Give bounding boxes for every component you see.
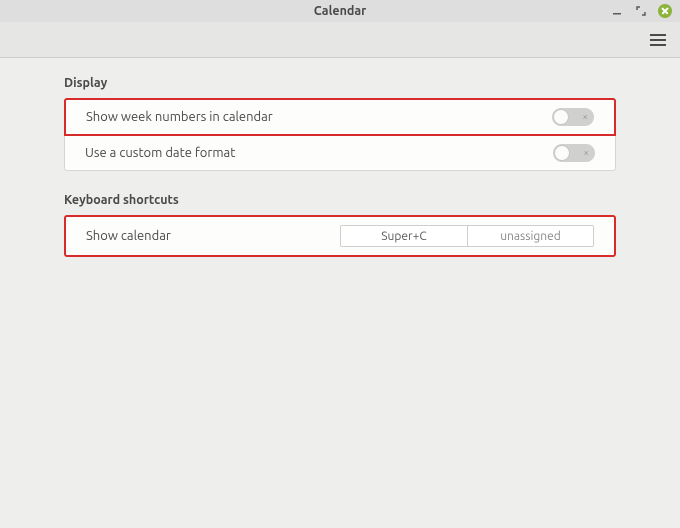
toolbar: [0, 22, 680, 58]
keyboard-row-show-calendar: Show calendar Super+C unassigned: [64, 215, 616, 257]
toggle-knob: [555, 146, 569, 160]
window-title: Calendar: [314, 4, 367, 18]
toggle-custom-date-format[interactable]: ×: [553, 144, 595, 162]
section-title-keyboard: Keyboard shortcuts: [64, 193, 616, 207]
titlebar: Calendar: [0, 0, 680, 22]
toggle-knob: [554, 110, 568, 124]
content-area: Display Show week numbers in calendar × …: [0, 58, 680, 281]
toggle-off-mark: ×: [583, 147, 589, 158]
toggle-off-mark: ×: [582, 111, 588, 122]
row-label: Show week numbers in calendar: [86, 110, 273, 124]
minimize-button[interactable]: [610, 4, 624, 18]
window-controls: [610, 0, 672, 22]
display-row-custom-date-format: Use a custom date format ×: [64, 136, 616, 171]
row-label: Show calendar: [86, 229, 332, 243]
menu-icon[interactable]: [650, 34, 666, 46]
shortcut-secondary[interactable]: unassigned: [467, 226, 593, 246]
shortcut-primary[interactable]: Super+C: [341, 226, 467, 246]
maximize-button[interactable]: [634, 4, 648, 18]
close-button[interactable]: [658, 4, 672, 18]
row-label: Use a custom date format: [85, 146, 235, 160]
shortcut-group: Super+C unassigned: [340, 225, 594, 247]
toggle-week-numbers[interactable]: ×: [552, 108, 594, 126]
section-title-display: Display: [64, 76, 616, 90]
display-row-week-numbers: Show week numbers in calendar ×: [64, 98, 616, 136]
